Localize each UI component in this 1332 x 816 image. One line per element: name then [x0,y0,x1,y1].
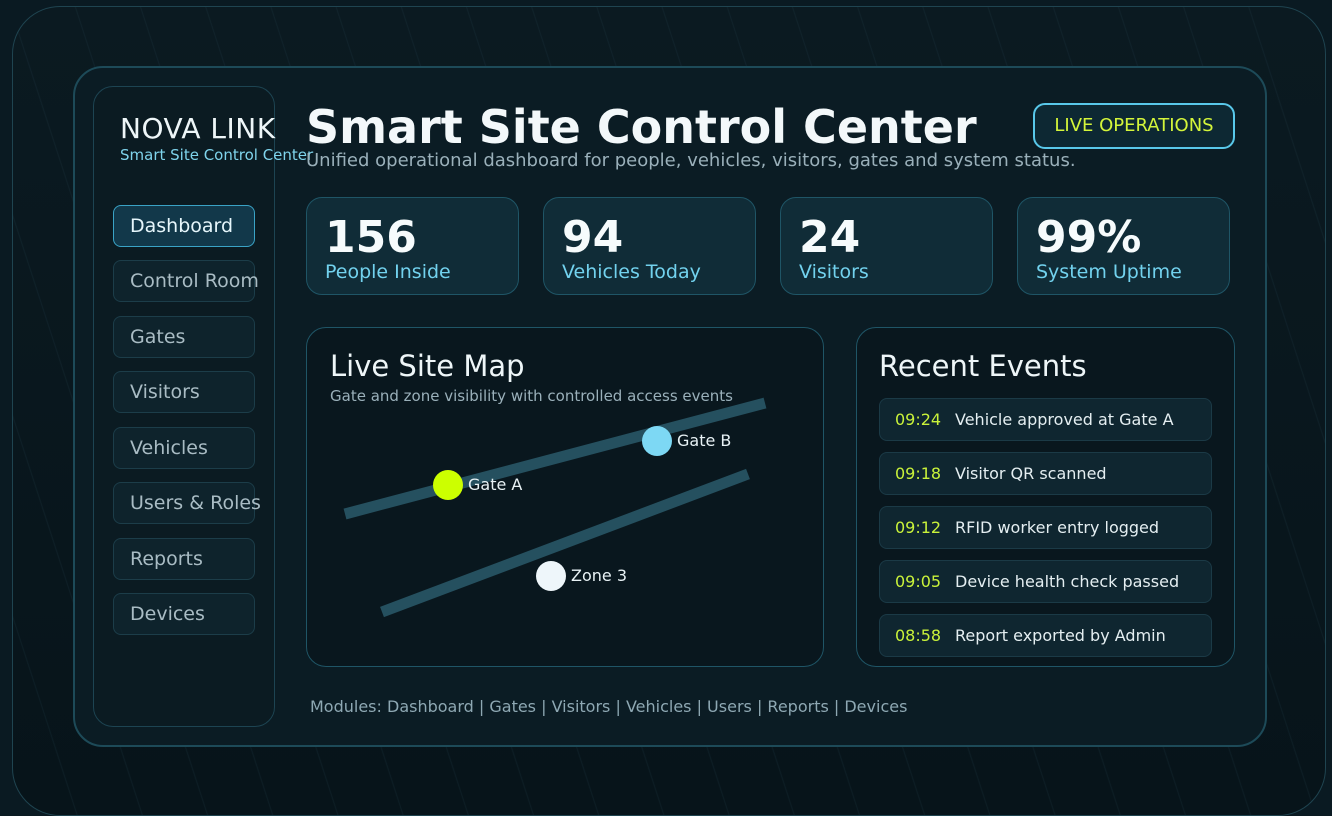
sidebar-item-users-roles[interactable]: Users & Roles [113,482,261,524]
map-subtitle: Gate and zone visibility with controlled… [330,387,733,405]
sidebar-item-dashboard[interactable]: Dashboard [113,205,255,247]
sidebar-item-control-room[interactable]: Control Room [113,260,259,302]
stat-value: 94 [562,212,624,263]
stat-card-people: 156 People Inside [306,197,519,295]
event-time: 09:24 [895,410,942,429]
page-subtitle: Unified operational dashboard for people… [306,150,1076,171]
stat-value: 24 [799,212,861,263]
stat-label: Visitors [799,261,869,283]
event-item[interactable]: 09:05 Device health check passed [879,560,1212,603]
stat-value: 99% [1036,212,1142,263]
stat-card-uptime: 99% System Uptime [1017,197,1230,295]
sidebar-item-gates[interactable]: Gates [113,316,255,358]
event-text: Report exported by Admin [955,626,1166,645]
stat-card-visitors: 24 Visitors [780,197,993,295]
live-operations-badge[interactable]: LIVE OPERATIONS [1033,103,1235,149]
modules-footer: Modules: Dashboard | Gates | Visitors | … [310,697,908,716]
event-text: Vehicle approved at Gate A [955,410,1174,429]
event-time: 08:58 [895,626,942,645]
event-item[interactable]: 09:18 Visitor QR scanned [879,452,1212,495]
brand-subtitle: Smart Site Control Center [120,146,314,164]
stat-label: Vehicles Today [562,261,701,283]
stat-card-vehicles: 94 Vehicles Today [543,197,756,295]
stat-label: System Uptime [1036,261,1182,283]
event-time: 09:05 [895,572,942,591]
event-item[interactable]: 09:24 Vehicle approved at Gate A [879,398,1212,441]
map-title: Live Site Map [330,349,525,383]
sidebar-item-devices[interactable]: Devices [113,593,255,635]
brand-name: NOVA LINK [120,112,276,145]
event-time: 09:12 [895,518,942,537]
event-text: Device health check passed [955,572,1180,591]
event-item[interactable]: 08:58 Report exported by Admin [879,614,1212,657]
sidebar-item-visitors[interactable]: Visitors [113,371,255,413]
stat-value: 156 [325,212,417,263]
event-item[interactable]: 09:12 RFID worker entry logged [879,506,1212,549]
stat-label: People Inside [325,261,451,283]
sidebar-item-reports[interactable]: Reports [113,538,255,580]
sidebar-item-vehicles[interactable]: Vehicles [113,427,255,469]
event-text: RFID worker entry logged [955,518,1160,537]
event-text: Visitor QR scanned [955,464,1107,483]
page-title: Smart Site Control Center [306,100,977,154]
events-title: Recent Events [879,349,1087,383]
event-time: 09:18 [895,464,942,483]
